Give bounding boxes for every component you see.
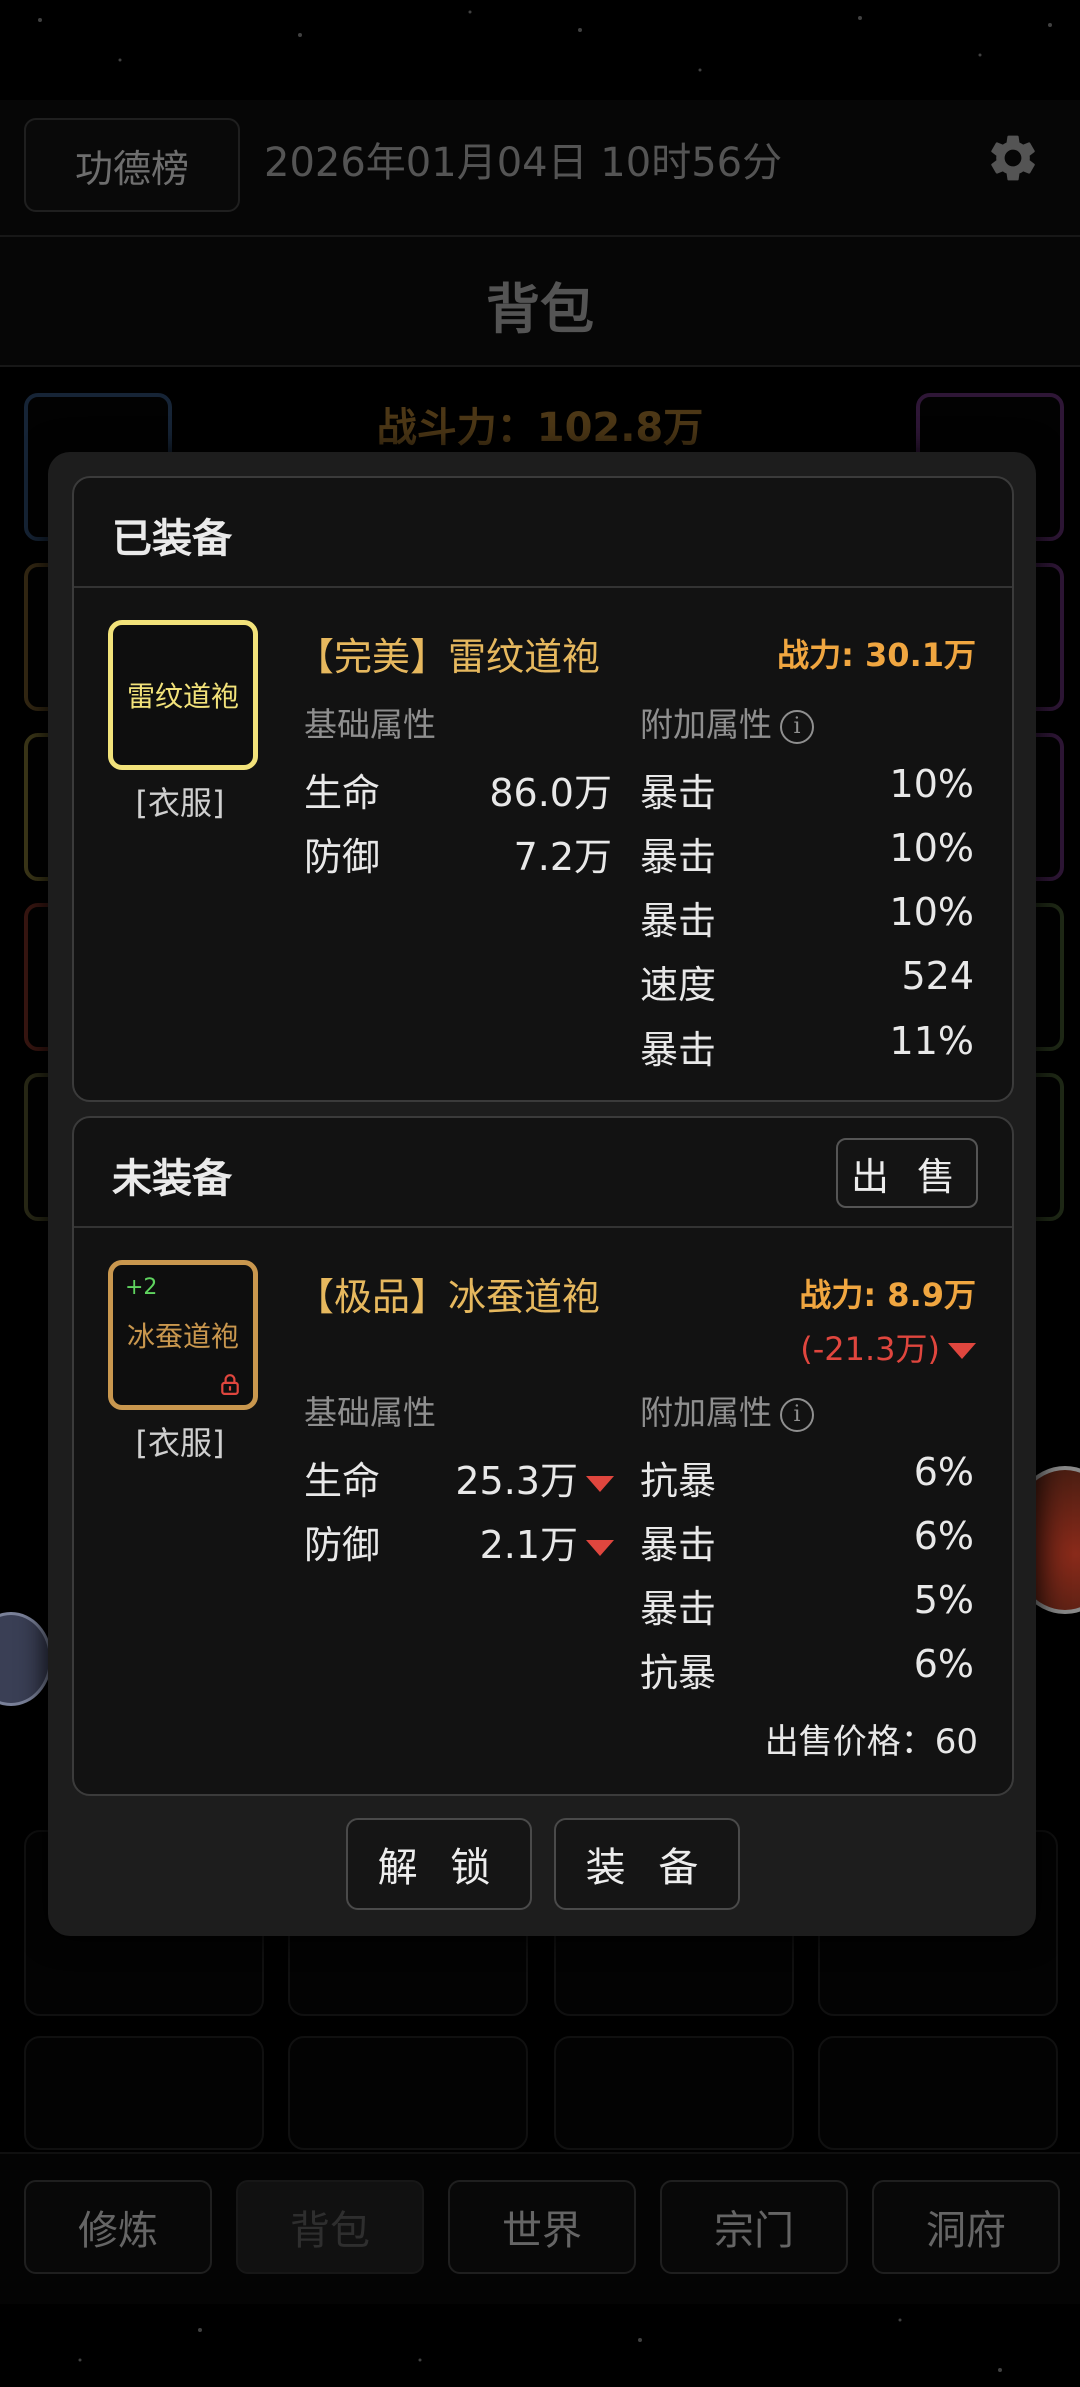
base-attrs-heading: 基础属性 — [304, 705, 436, 744]
item-power: 战力: 30.1万 — [777, 636, 976, 674]
extra-attr-row: 暴击 10% — [640, 762, 974, 815]
equip-button[interactable]: 装 备 — [554, 1818, 740, 1910]
item-icon-label: 冰蚕道袍 — [126, 1320, 239, 1353]
item-type: [衣服] — [135, 784, 225, 822]
item-power: 战力: 8.9万 — [799, 1276, 976, 1314]
info-icon[interactable]: i — [780, 709, 814, 744]
sell-button[interactable]: 出 售 — [836, 1138, 978, 1208]
base-attrs-heading: 基础属性 — [304, 1393, 436, 1432]
item-name: 【完美】雷纹道袍 — [296, 635, 601, 679]
power-difference: (-21.3万) — [800, 1324, 976, 1370]
info-icon[interactable]: i — [780, 1397, 814, 1432]
unequipped-heading: 未装备 — [112, 1156, 232, 1202]
extra-attr-row: 暴击 6% — [640, 1514, 974, 1567]
unlock-button[interactable]: 解 锁 — [346, 1818, 532, 1910]
extra-attrs-heading: 附加属性 i — [640, 1386, 814, 1434]
base-attr-row: 防御 2.1万 — [304, 1514, 614, 1567]
equipped-heading: 已装备 — [112, 516, 232, 562]
item-level: +2 — [125, 1275, 158, 1300]
base-attr-row: 生命 86.0万 — [304, 771, 612, 815]
equipped-card: 已装备 雷纹道袍 [衣服] 【完美】雷纹道袍 战力: 30.1万 基础属性 附加… — [72, 476, 1014, 1102]
equipment-compare-dialog: 已装备 雷纹道袍 [衣服] 【完美】雷纹道袍 战力: 30.1万 基础属性 附加… — [48, 452, 1036, 1936]
unequipped-item-icon[interactable]: +2 冰蚕道袍 — [108, 1260, 258, 1410]
extra-attrs-heading: 附加属性 i — [640, 698, 814, 746]
item-icon-label: 雷纹道袍 — [126, 680, 239, 713]
extra-attr-row: 暴击 10% — [640, 890, 974, 943]
sell-price: 出售价格：60 — [764, 1722, 978, 1762]
triangle-down-icon — [586, 1475, 614, 1492]
base-attr-row: 防御 7.2万 — [304, 835, 612, 879]
item-type: [衣服] — [135, 1424, 225, 1462]
card-header: 已装备 — [74, 478, 1012, 588]
extra-attr-row: 暴击 10% — [640, 826, 974, 879]
base-attr-row: 生命 25.3万 — [304, 1450, 614, 1503]
extra-attr-row: 抗暴 6% — [640, 1642, 974, 1695]
extra-attr-row: 抗暴 6% — [640, 1450, 974, 1503]
extra-attr-row: 速度 524 — [640, 954, 974, 1007]
lock-icon — [221, 1374, 239, 1395]
item-name: 【极品】冰蚕道袍 — [296, 1275, 601, 1319]
card-header: 未装备 出 售 — [74, 1118, 1012, 1228]
unequipped-card: 未装备 出 售 +2 冰蚕道袍 [衣服] 【极品】冰蚕道袍 战力: 8.9万 (… — [72, 1116, 1014, 1796]
extra-attr-row: 暴击 11% — [640, 1019, 974, 1072]
triangle-down-icon — [586, 1539, 614, 1556]
triangle-down-icon — [948, 1343, 976, 1359]
extra-attr-row: 暴击 5% — [640, 1578, 974, 1631]
equipped-item-icon[interactable]: 雷纹道袍 — [108, 620, 258, 770]
